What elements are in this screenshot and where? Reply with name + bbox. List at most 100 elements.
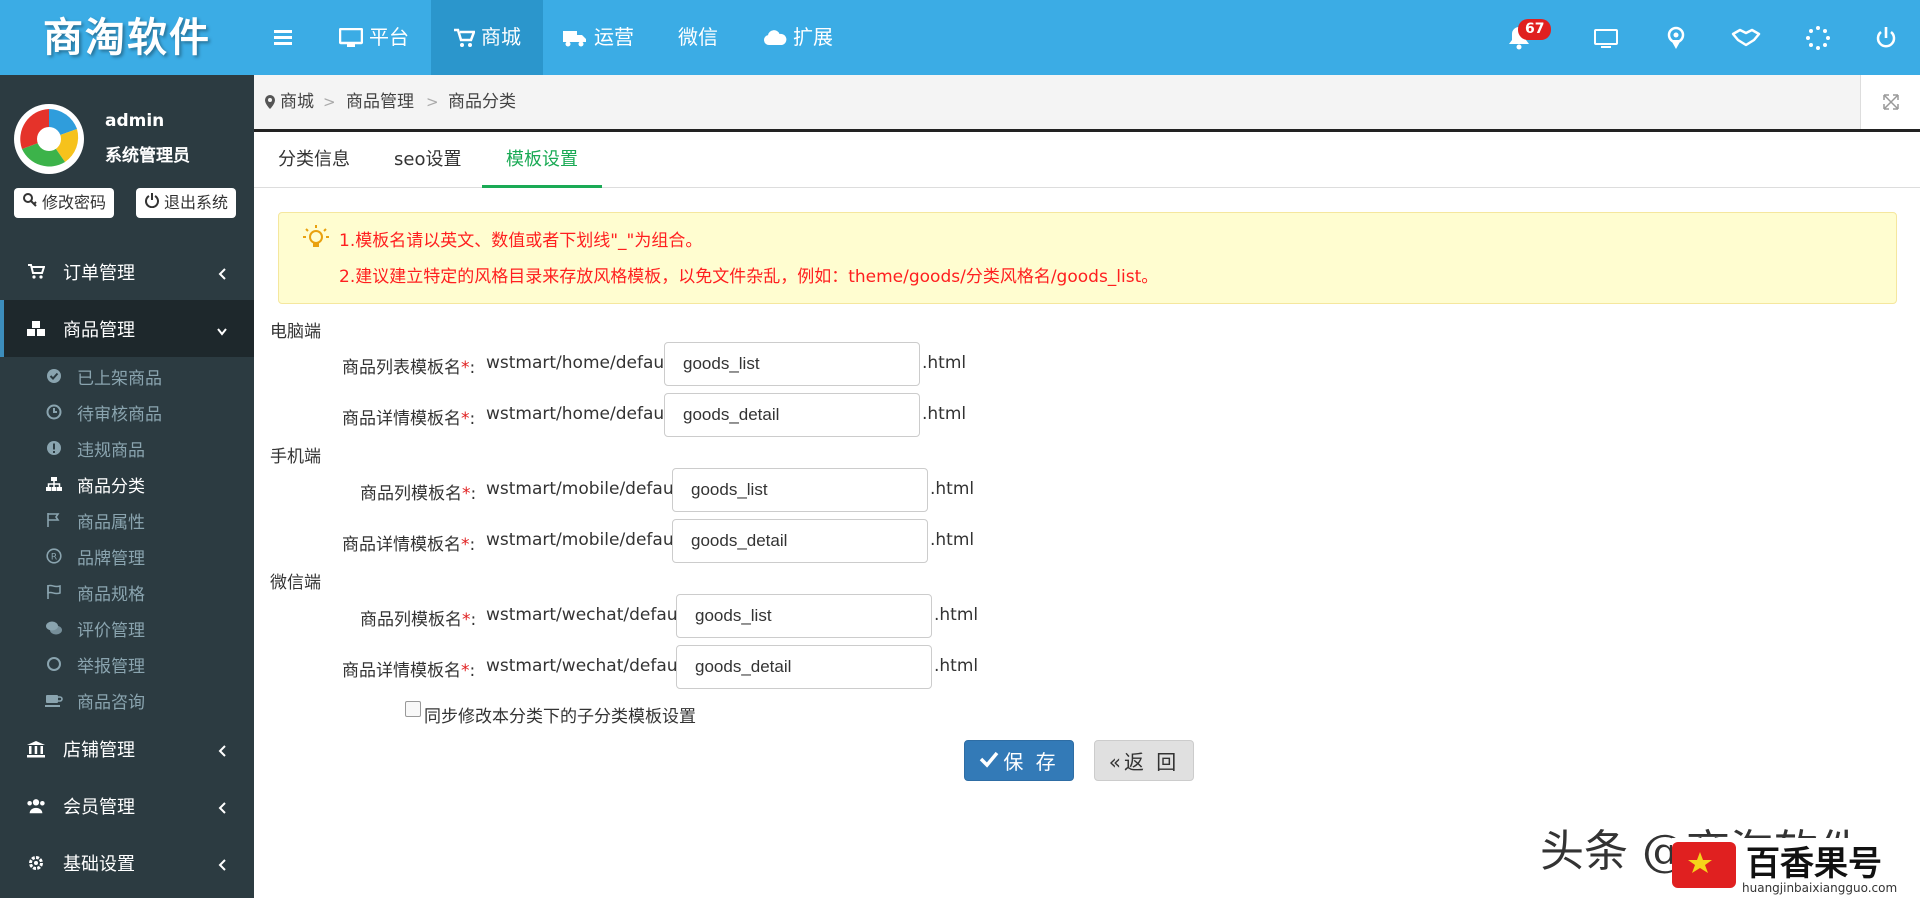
sidebar-menu-goods[interactable]: 商品管理 xyxy=(0,300,254,357)
topnav-label: 微信 xyxy=(678,25,718,49)
sidebar-item-label: 举报管理 xyxy=(77,656,145,677)
breadcrumb-item[interactable]: 商城 xyxy=(280,75,314,129)
chevron-down-icon xyxy=(216,322,228,336)
breadcrumb-item[interactable]: 商品管理 xyxy=(346,75,414,129)
chevron-left-icon xyxy=(216,799,228,814)
topnav-mall[interactable]: 商城 xyxy=(431,0,543,75)
tab-seo-settings[interactable]: seo设置 xyxy=(370,132,485,188)
logout-label: 退出系统 xyxy=(164,193,229,212)
sidebar: admin 系统管理员 修改密码 退出系统 订单管理 商品管理 已上架商品 待审… xyxy=(0,75,254,898)
wechat-detail-template-input[interactable] xyxy=(676,645,932,689)
pc-prefix: wstmart/home/default/ xyxy=(486,404,682,424)
truck-icon xyxy=(562,28,588,48)
mobile-prefix: wstmart/mobile/default/ xyxy=(486,479,691,499)
sync-subcategory-label: 同步修改本分类下的子分类模板设置 xyxy=(424,707,696,727)
map-marker-icon xyxy=(264,94,276,115)
exclamation-icon xyxy=(45,439,63,457)
sidebar-item-reviews[interactable]: 评价管理 xyxy=(0,610,254,646)
logout-button[interactable]: 退出系统 xyxy=(136,188,237,218)
cloud-icon xyxy=(763,29,787,47)
sidebar-item-label: 商品分类 xyxy=(77,476,145,497)
topnav-label: 扩展 xyxy=(793,25,833,49)
flag-logo-icon xyxy=(1672,842,1736,888)
sidebar-menu-label: 基础设置 xyxy=(63,853,135,875)
sidebar-item-label: 待审核商品 xyxy=(77,404,162,425)
topnav-platform[interactable]: 平台 xyxy=(317,0,431,75)
sidebar-item-goods-category[interactable]: 商品分类 xyxy=(0,466,254,502)
sidebar-item-brands[interactable]: R 品牌管理 xyxy=(0,538,254,574)
desktop-icon xyxy=(339,27,363,48)
avatar xyxy=(14,104,84,174)
spinner-icon[interactable] xyxy=(1804,24,1832,52)
section-pc: 电脑端 xyxy=(270,322,321,342)
sidebar-menu-settings[interactable]: 基础设置 xyxy=(0,834,254,891)
tip-box: 1.模板名请以英文、数值或者下划线"_"为组合。 2.建议建立特定的风格目录来存… xyxy=(278,212,1897,304)
sidebar-item-goods-attributes[interactable]: 商品属性 xyxy=(0,502,254,538)
topnav-extensions[interactable]: 扩展 xyxy=(741,0,855,75)
lightbulb-icon xyxy=(301,223,331,253)
power-icon xyxy=(144,188,160,218)
key-icon xyxy=(22,188,38,218)
sidebar-item-violation-goods[interactable]: 违规商品 xyxy=(0,430,254,466)
mobile-list-label: 商品列模板名*: xyxy=(360,484,477,504)
change-password-button[interactable]: 修改密码 xyxy=(14,188,115,218)
pc-detail-label: 商品详情模板名*: xyxy=(342,409,476,429)
sidebar-item-inquiries[interactable]: 商品咨询 xyxy=(0,682,254,718)
sidebar-item-goods-specs[interactable]: 商品规格 xyxy=(0,574,254,610)
tab-category-info[interactable]: 分类信息 xyxy=(254,132,374,188)
menu-toggle-icon[interactable] xyxy=(272,22,302,52)
topnav-wechat[interactable]: 微信 xyxy=(656,0,740,75)
sidebar-menu-members[interactable]: 会员管理 xyxy=(0,777,254,834)
coffee-icon xyxy=(45,691,63,709)
sidebar-menu-shops[interactable]: 店铺管理 xyxy=(0,720,254,777)
svg-text:R: R xyxy=(51,553,57,563)
breadcrumb-item[interactable]: 商品分类 xyxy=(448,75,516,129)
cart-icon xyxy=(26,262,46,282)
flag-checkered-icon xyxy=(45,583,63,601)
tab-template-settings[interactable]: 模板设置 xyxy=(482,132,602,188)
pc-detail-template-input[interactable] xyxy=(664,393,920,437)
mobile-list-template-input[interactable] xyxy=(672,468,928,512)
sync-subcategory-checkbox[interactable] xyxy=(405,701,421,717)
sidebar-item-label: 商品规格 xyxy=(77,584,145,605)
sitemap-icon xyxy=(45,475,63,493)
tip-line-1: 1.模板名请以英文、数值或者下划线"_"为组合。 xyxy=(339,231,703,251)
wechat-prefix: wstmart/wechat/default/ xyxy=(486,605,695,625)
html-suffix: .html xyxy=(922,404,967,424)
tab-bar: 分类信息 seo设置 模板设置 xyxy=(254,132,1920,188)
section-mobile: 手机端 xyxy=(270,447,321,467)
user-role: 系统管理员 xyxy=(105,146,190,166)
tip-line-2: 2.建议建立特定的风格目录来存放风格模板，以免文件杂乱，例如：theme/goo… xyxy=(339,267,1159,287)
users-icon xyxy=(26,796,46,816)
flag-icon xyxy=(45,511,63,529)
cubes-icon xyxy=(26,319,46,339)
save-label: 保 存 xyxy=(1003,750,1059,774)
fullscreen-icon[interactable] xyxy=(1860,75,1920,129)
chevron-left-icon xyxy=(216,856,228,871)
chevron-left-icon xyxy=(216,742,228,757)
save-button[interactable]: 保 存 xyxy=(964,740,1074,781)
topnav-label: 商城 xyxy=(481,25,521,49)
check-circle-icon xyxy=(45,367,63,385)
sidebar-item-reports[interactable]: 举报管理 xyxy=(0,646,254,682)
sidebar-menu-label: 店铺管理 xyxy=(63,739,135,761)
wechat-list-label: 商品列模板名*: xyxy=(360,610,477,630)
power-icon[interactable] xyxy=(1872,24,1900,52)
pc-list-label: 商品列表模板名*: xyxy=(342,358,476,378)
topnav-label: 运营 xyxy=(594,25,634,49)
monitor-icon[interactable] xyxy=(1592,24,1620,52)
sidebar-item-listed-goods[interactable]: 已上架商品 xyxy=(0,358,254,394)
sidebar-item-pending-goods[interactable]: 待审核商品 xyxy=(0,394,254,430)
cart-icon xyxy=(453,28,475,48)
sidebar-menu-orders[interactable]: 订单管理 xyxy=(0,243,254,300)
pc-list-template-input[interactable] xyxy=(664,342,920,386)
back-button[interactable]: «返 回 xyxy=(1094,740,1194,781)
breadcrumb-separator: > xyxy=(426,93,439,111)
mobile-detail-template-input[interactable] xyxy=(672,519,928,563)
topnav-operations[interactable]: 运营 xyxy=(540,0,656,75)
comments-icon xyxy=(45,619,63,637)
wechat-list-template-input[interactable] xyxy=(676,594,932,638)
location-icon[interactable] xyxy=(1662,24,1690,52)
back-label: «返 回 xyxy=(1108,750,1180,774)
handshake-icon[interactable] xyxy=(1731,24,1761,52)
